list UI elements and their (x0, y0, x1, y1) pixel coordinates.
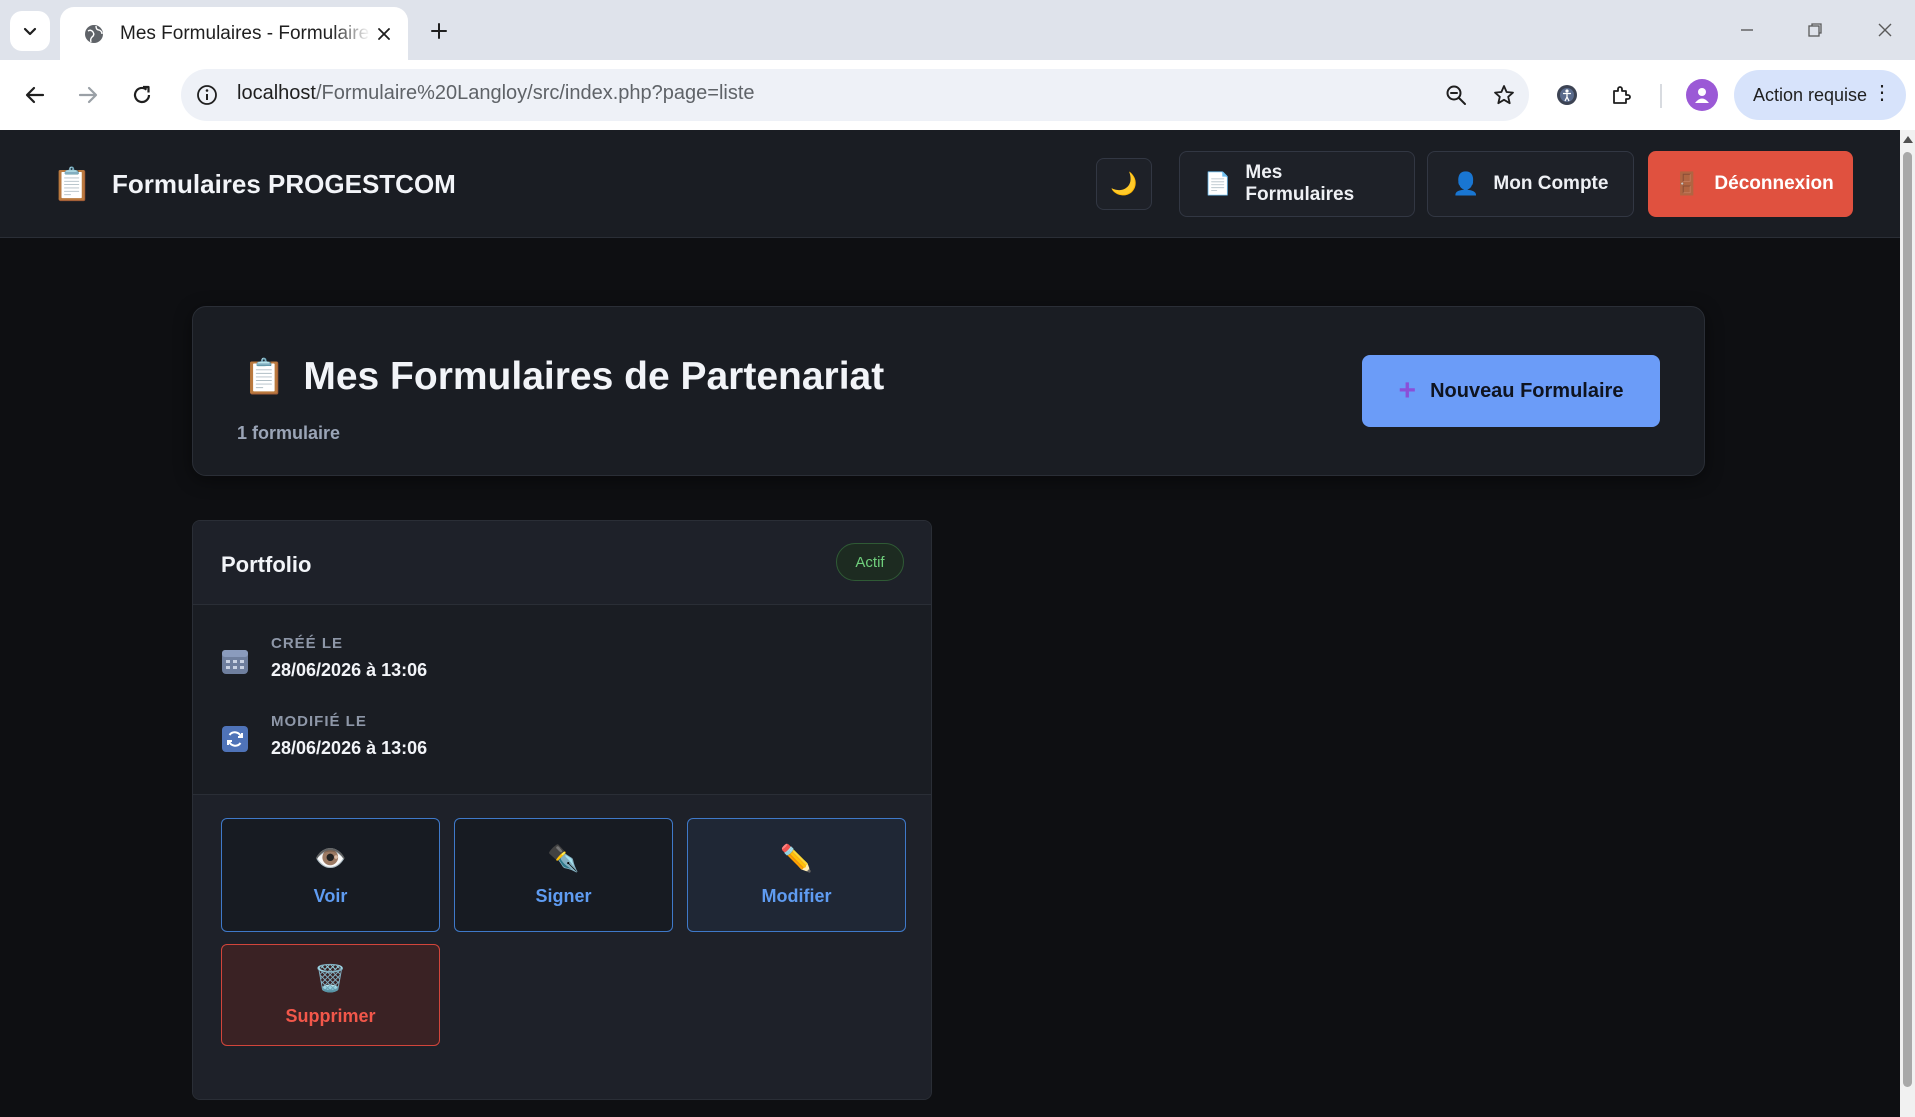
trash-icon: 🗑️ (314, 963, 347, 993)
app-header: 📋 Formulaires PROGESTCOM 🌙 📄 Mes Formula… (0, 130, 1900, 238)
form-count: 1 formulaire (237, 423, 341, 443)
new-form-button[interactable]: + Nouveau Formulaire (1362, 355, 1660, 427)
restore-icon[interactable] (1795, 12, 1835, 48)
user-icon: 👤 (1452, 171, 1480, 196)
page-title-text: Mes Formulaires de Partenariat (303, 355, 885, 398)
page-viewport: 📋 Formulaires PROGESTCOM 🌙 📄 Mes Formula… (0, 130, 1900, 1117)
nav-mes-formulaires-label: Mes Formulaires (1245, 162, 1355, 205)
zoom-icon[interactable] (1444, 83, 1468, 107)
globe-icon (85, 24, 103, 43)
document-icon: 📄 (1204, 171, 1232, 196)
view-label: Voir (313, 886, 348, 906)
url-text: localhost/Formulaire%20Langloy/src/index… (237, 82, 755, 104)
page-header-card: 📋 Mes Formulaires de Partenariat 1 formu… (192, 306, 1705, 476)
eye-icon: 👁️ (314, 843, 347, 873)
sign-label: Signer (535, 886, 592, 906)
close-window-icon[interactable] (1865, 12, 1905, 48)
form-card-title: Portfolio (221, 552, 312, 577)
sign-button[interactable]: ✒️ Signer (454, 818, 673, 932)
plus-icon: + (1398, 374, 1417, 407)
scroll-up-icon[interactable] (1903, 136, 1913, 143)
nav-mes-formulaires-button[interactable]: 📄 Mes Formulaires (1179, 151, 1415, 217)
profile-avatar[interactable] (1686, 79, 1718, 111)
action-required-label: Action requise (1753, 84, 1868, 105)
chevron-down-icon (23, 27, 37, 36)
status-badge: Actif (836, 543, 904, 581)
theme-toggle-button[interactable]: 🌙 (1096, 158, 1152, 210)
reload-icon[interactable] (124, 77, 160, 113)
form-card-header: Portfolio Actif (193, 521, 931, 605)
scrollbar-thumb[interactable] (1903, 152, 1912, 1087)
more-vert-icon[interactable]: ⋮ (1872, 83, 1892, 103)
delete-button[interactable]: 🗑️ Supprimer (221, 944, 440, 1046)
browser-toolbar: localhost/Formulaire%20Langloy/src/index… (0, 60, 1915, 130)
browser-tabstrip: Mes Formulaires - Formulaires PROGESTCOM (0, 0, 1915, 60)
delete-label: Supprimer (285, 1006, 376, 1026)
clipboard-icon: 📋 (52, 166, 92, 202)
logout-button[interactable]: 🚪 Déconnexion (1648, 151, 1853, 217)
page-title: 📋 Mes Formulaires de Partenariat (243, 355, 884, 399)
brand-name: Formulaires PROGESTCOM (112, 168, 456, 199)
refresh-icon (221, 725, 249, 753)
avatar-icon (1695, 88, 1709, 103)
brand[interactable]: 📋 Formulaires PROGESTCOM (52, 165, 456, 203)
forward-arrow-icon[interactable] (70, 77, 106, 113)
close-tab-icon[interactable] (372, 22, 396, 46)
form-card: Portfolio Actif CRÉÉ LE 28/06/2026 à 13:… (192, 520, 932, 1100)
browser-tab-active[interactable]: Mes Formulaires - Formulaires PROGESTCOM (60, 7, 408, 60)
moon-icon: 🌙 (1110, 171, 1138, 196)
action-required-button[interactable]: Action requise ⋮ (1734, 70, 1906, 120)
extensions-puzzle-icon[interactable] (1605, 78, 1639, 112)
new-tab-icon[interactable] (424, 16, 454, 46)
created-meta: CRÉÉ LE 28/06/2026 à 13:06 (221, 635, 427, 681)
calendar-icon (221, 647, 249, 675)
site-info-icon[interactable] (195, 83, 219, 107)
modified-value: 28/06/2026 à 13:06 (271, 738, 428, 758)
page-scrollbar[interactable] (1900, 130, 1915, 1117)
pencil-icon: ✏️ (780, 843, 813, 873)
nav-mon-compte-button[interactable]: 👤 Mon Compte (1427, 151, 1634, 217)
door-icon: 🚪 (1673, 171, 1701, 196)
new-form-label: Nouveau Formulaire (1430, 379, 1624, 402)
nav-mon-compte-label: Mon Compte (1493, 173, 1609, 194)
address-bar[interactable]: localhost/Formulaire%20Langloy/src/index… (181, 69, 1529, 121)
clipboard-icon: 📋 (243, 358, 286, 396)
bookmark-star-icon[interactable] (1492, 83, 1516, 107)
created-value: 28/06/2026 à 13:06 (271, 660, 428, 680)
modified-meta: MODIFIÉ LE 28/06/2026 à 13:06 (221, 713, 427, 759)
created-label: CRÉÉ LE (271, 635, 344, 652)
modified-label: MODIFIÉ LE (271, 713, 367, 730)
back-arrow-icon[interactable] (17, 77, 53, 113)
accessibility-extension-icon[interactable] (1550, 78, 1584, 112)
tab-title: Mes Formulaires - Formulaires PROGESTCOM (120, 22, 370, 44)
edit-button[interactable]: ✏️ Modifier (687, 818, 906, 932)
view-button[interactable]: 👁️ Voir (221, 818, 440, 932)
tab-search-button[interactable] (10, 11, 50, 51)
toolbar-divider (1660, 84, 1662, 108)
edit-label: Modifier (761, 886, 832, 906)
form-card-actions: 👁️ Voir ✒️ Signer ✏️ Modifier 🗑️ Supprim… (193, 795, 931, 1099)
logout-label: Déconnexion (1714, 173, 1834, 194)
pen-nib-icon: ✒️ (547, 843, 580, 873)
minimize-icon[interactable] (1727, 12, 1767, 48)
